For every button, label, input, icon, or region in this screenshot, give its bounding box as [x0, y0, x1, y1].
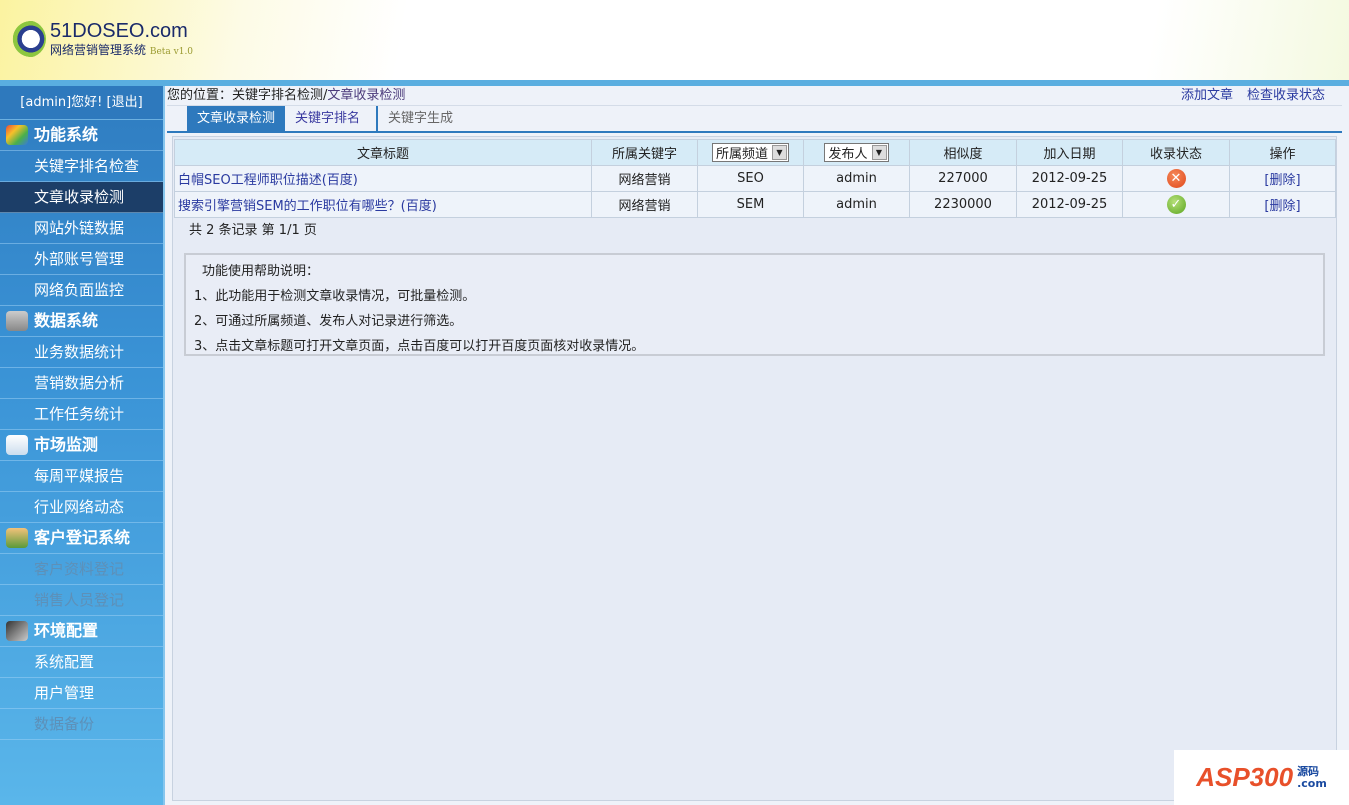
sidebar-item[interactable]: 关键字排名检查 — [0, 151, 163, 182]
pagination-info: 共 2 条记录 第 1/1 页 — [189, 223, 317, 238]
sidebar-group-label: 客户登记系统 — [34, 528, 131, 547]
logo-icon — [8, 20, 46, 58]
cell-title: 搜索引擎营销SEM的工作职位有哪些？(百度) — [174, 191, 592, 218]
watermark-logo: ASP300 — [1196, 762, 1294, 792]
sidebar-group-header[interactable]: 环境配置 — [0, 616, 163, 647]
channel-filter-label: 所属频道 — [715, 147, 768, 162]
cell-keyword: 网络营销 — [591, 191, 698, 218]
cell-date: 2012-09-25 — [1016, 165, 1123, 192]
sidebar: [admin]您好! [退出] 功能系统关键字排名检查 文章收录检测 网站外链数据外… — [0, 86, 165, 805]
sidebar-group-header[interactable]: 数据系统 — [0, 306, 163, 337]
col-title: 文章标题 — [174, 139, 592, 166]
sidebar-item[interactable]: 业务数据统计 — [0, 337, 163, 368]
sidebar-group-header[interactable]: 客户登记系统 — [0, 523, 163, 554]
channel-filter-select[interactable]: 所属频道 ▼ — [711, 143, 789, 162]
help-box: 功能使用帮助说明： 1、此功能用于检测文章收录情况，可批量检测。 2、可通过所属… — [184, 253, 1325, 356]
sidebar-item[interactable]: 营销数据分析 — [0, 368, 163, 399]
breadcrumb-current: 文章收录检测 — [327, 88, 406, 103]
sidebar-item[interactable]: 客户资料登记 — [0, 554, 163, 585]
table-row: 搜索引擎营销SEM的工作职位有哪些？(百度) 网络营销 SEM admin 22… — [174, 191, 1336, 218]
logout-link[interactable]: [退出] — [107, 95, 143, 110]
logo-subtitle: 网络营销管理系统 — [50, 42, 147, 57]
sidebar-item[interactable]: 外部账号管理 — [0, 244, 163, 275]
sidebar-group-label: 功能系统 — [34, 125, 99, 144]
article-title-link[interactable]: 白帽SEO工程师职位描述(百度) — [178, 173, 358, 188]
content-panel: 文章标题 所属关键字 所属频道 ▼ 发布人 ▼ 相似度 加入日期 收录状态 操作 白… — [172, 136, 1337, 801]
watermark: ASP300 源码 .com — [1174, 750, 1349, 805]
sidebar-item[interactable]: 工作任务统计 — [0, 399, 163, 430]
sidebar-item[interactable]: 文章收录检测 — [0, 182, 163, 213]
delete-link[interactable]: [删除] — [1264, 173, 1300, 188]
sidebar-item[interactable]: 用户管理 — [0, 678, 163, 709]
sidebar-item[interactable]: 网络负面监控 — [0, 275, 163, 306]
delete-link[interactable]: [删除] — [1264, 199, 1300, 214]
cell-keyword: 网络营销 — [591, 165, 698, 192]
sidebar-item[interactable]: 销售人员登记 — [0, 585, 163, 616]
users-icon — [6, 528, 28, 548]
sidebar-group-header[interactable]: 市场监测 — [0, 430, 163, 461]
sidebar-item[interactable]: 网站外链数据 — [0, 213, 163, 244]
article-title-link[interactable]: 搜索引擎营销SEM的工作职位有哪些？(百度) — [178, 199, 437, 214]
cell-date: 2012-09-25 — [1016, 191, 1123, 218]
cross-icon: ✕ — [1166, 169, 1186, 188]
sidebar-item[interactable]: 每周平媒报告 — [0, 461, 163, 492]
help-line: 1、此功能用于检测文章收录情况，可批量检测。 — [194, 289, 476, 304]
chevron-down-icon: ▼ — [772, 145, 787, 160]
cell-status: ✕ — [1122, 165, 1230, 192]
tab-underline — [167, 131, 1342, 133]
cell-channel: SEM — [697, 191, 804, 218]
cell-similarity: 227000 — [909, 165, 1017, 192]
check-icon: ✓ — [1166, 195, 1186, 214]
col-date: 加入日期 — [1016, 139, 1123, 166]
cell-op: [删除] — [1229, 165, 1336, 192]
logo: 51DOSEO.com 网络营销管理系统 Beta v1.0 — [8, 20, 193, 58]
col-keyword: 所属关键字 — [591, 139, 698, 166]
cell-channel: SEO — [697, 165, 804, 192]
help-title: 功能使用帮助说明： — [202, 264, 320, 279]
chevron-down-icon: ▼ — [871, 145, 887, 160]
cell-status: ✓ — [1122, 191, 1230, 218]
tab-keyword-rank[interactable]: 关键字排名 — [285, 106, 370, 132]
database-icon — [6, 311, 28, 331]
watermark-domain: .com — [1297, 776, 1327, 790]
logo-title: 51DOSEO.com — [50, 19, 188, 42]
tab-bar: 文章收录检测 关键字排名 关键字生成 — [187, 106, 463, 132]
diamond-icon — [6, 125, 28, 145]
col-status: 收录状态 — [1122, 139, 1230, 166]
cell-op: [删除] — [1229, 191, 1336, 218]
user-bar: [admin]您好! [退出] — [0, 86, 163, 120]
col-op: 操作 — [1229, 139, 1336, 166]
sidebar-group-label: 数据系统 — [34, 311, 99, 330]
user-greeting: [admin]您好! — [20, 95, 103, 110]
breadcrumb-path: 您的位置：关键字排名检测/ — [167, 88, 328, 103]
cell-publisher: admin — [803, 191, 910, 218]
publisher-filter-label: 发布人 — [828, 147, 868, 162]
table-row: 白帽SEO工程师职位描述(百度) 网络营销 SEO admin 227000 2… — [174, 165, 1336, 192]
article-table: 文章标题 所属关键字 所属频道 ▼ 发布人 ▼ 相似度 加入日期 收录状态 操作 白… — [174, 139, 1336, 218]
tools-icon — [6, 621, 28, 641]
publisher-filter-select[interactable]: 发布人 ▼ — [824, 143, 889, 162]
check-status-link[interactable]: 检查收录状态 — [1247, 88, 1325, 103]
sidebar-group-header[interactable]: 功能系统 — [0, 120, 163, 151]
sidebar-group-label: 市场监测 — [34, 435, 99, 454]
tab-keyword-gen[interactable]: 关键字生成 — [376, 106, 463, 132]
report-icon — [6, 435, 28, 455]
breadcrumb: 您的位置：关键字排名检测/文章收录检测 — [167, 86, 1342, 106]
sidebar-item[interactable]: 行业网络动态 — [0, 492, 163, 523]
sidebar-item[interactable]: 数据备份 — [0, 709, 163, 740]
cell-publisher: admin — [803, 165, 910, 192]
logo-version: Beta v1.0 — [149, 46, 194, 57]
sidebar-item[interactable]: 系统配置 — [0, 647, 163, 678]
sidebar-group-label: 环境配置 — [34, 621, 99, 640]
add-article-link[interactable]: 添加文章 — [1181, 88, 1233, 103]
cell-similarity: 2230000 — [909, 191, 1017, 218]
help-line: 2、可通过所属频道、发布人对记录进行筛选。 — [194, 314, 463, 329]
col-similarity: 相似度 — [909, 139, 1017, 166]
main-content: 您的位置：关键字排名检测/文章收录检测 添加文章 检查收录状态 文章收录检测 关键… — [167, 86, 1349, 805]
cell-title: 白帽SEO工程师职位描述(百度) — [174, 165, 592, 192]
help-line: 3、点击文章标题可打开文章页面，点击百度可以打开百度页面核对收录情况。 — [194, 339, 645, 354]
tab-article-index[interactable]: 文章收录检测 — [187, 106, 286, 132]
header: 51DOSEO.com 网络营销管理系统 Beta v1.0 — [0, 0, 1349, 80]
